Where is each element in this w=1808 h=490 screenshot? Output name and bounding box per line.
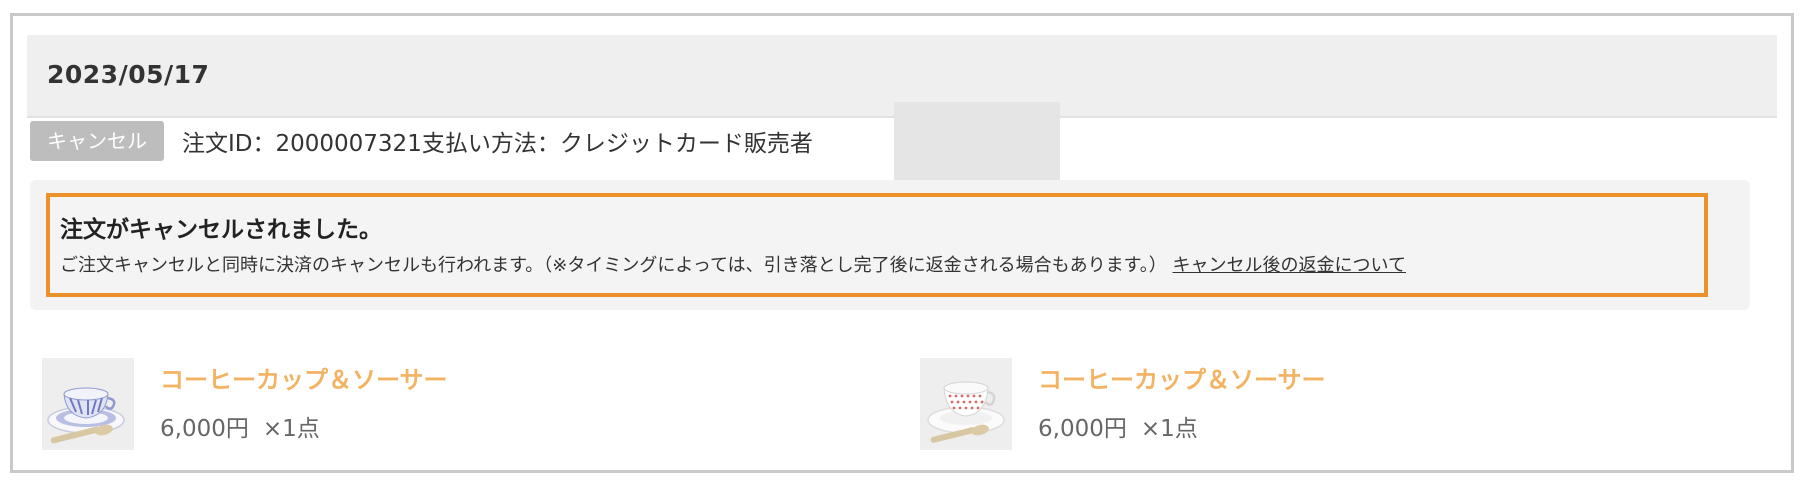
- price-value: 6,000円: [1038, 416, 1127, 442]
- product-price: 6,000円 ×1点: [160, 409, 448, 443]
- product-info: コーヒーカップ＆ソーサー 6,000円 ×1点: [160, 358, 448, 443]
- cancel-notice: 注文がキャンセルされました。 ご注文キャンセルと同時に決済のキャンセルも行われま…: [46, 193, 1708, 297]
- order-date: 2023/05/17: [47, 60, 210, 89]
- price-value: 6,000円: [160, 416, 249, 442]
- product-item: コーヒーカップ＆ソーサー 6,000円 ×1点: [42, 358, 448, 450]
- product-info: コーヒーカップ＆ソーサー 6,000円 ×1点: [1038, 358, 1326, 443]
- seller-name-redacted: [894, 102, 1060, 186]
- notice-body-text: ご注文キャンセルと同時に決済のキャンセルも行われます。（※タイミングによっては、…: [60, 255, 1167, 276]
- notice-body: ご注文キャンセルと同時に決済のキャンセルも行われます。（※タイミングによっては、…: [60, 251, 1406, 277]
- order-id: 注文ID：2000007321: [182, 131, 422, 157]
- quantity-value: ×1点: [262, 416, 320, 442]
- product-item: コーヒーカップ＆ソーサー 6,000円 ×1点: [920, 358, 1326, 450]
- product-name-link[interactable]: コーヒーカップ＆ソーサー: [1038, 360, 1326, 395]
- refund-info-link[interactable]: キャンセル後の返金について: [1173, 255, 1406, 276]
- quantity-value: ×1点: [1140, 416, 1198, 442]
- notice-title: 注文がキャンセルされました。: [60, 217, 382, 243]
- status-badge: キャンセル: [30, 121, 164, 161]
- product-name-link[interactable]: コーヒーカップ＆ソーサー: [160, 360, 448, 395]
- order-info-row: キャンセル 注文ID：2000007321 支払い方法：クレジットカード 販売者: [30, 120, 813, 162]
- payment-method: 支払い方法：クレジットカード: [421, 131, 744, 157]
- seller-label: 販売者: [743, 131, 813, 157]
- product-price: 6,000円 ×1点: [1038, 409, 1326, 443]
- red-dot-cup-and-saucer-image[interactable]: [920, 358, 1012, 450]
- blue-cup-and-saucer-image[interactable]: [42, 358, 134, 450]
